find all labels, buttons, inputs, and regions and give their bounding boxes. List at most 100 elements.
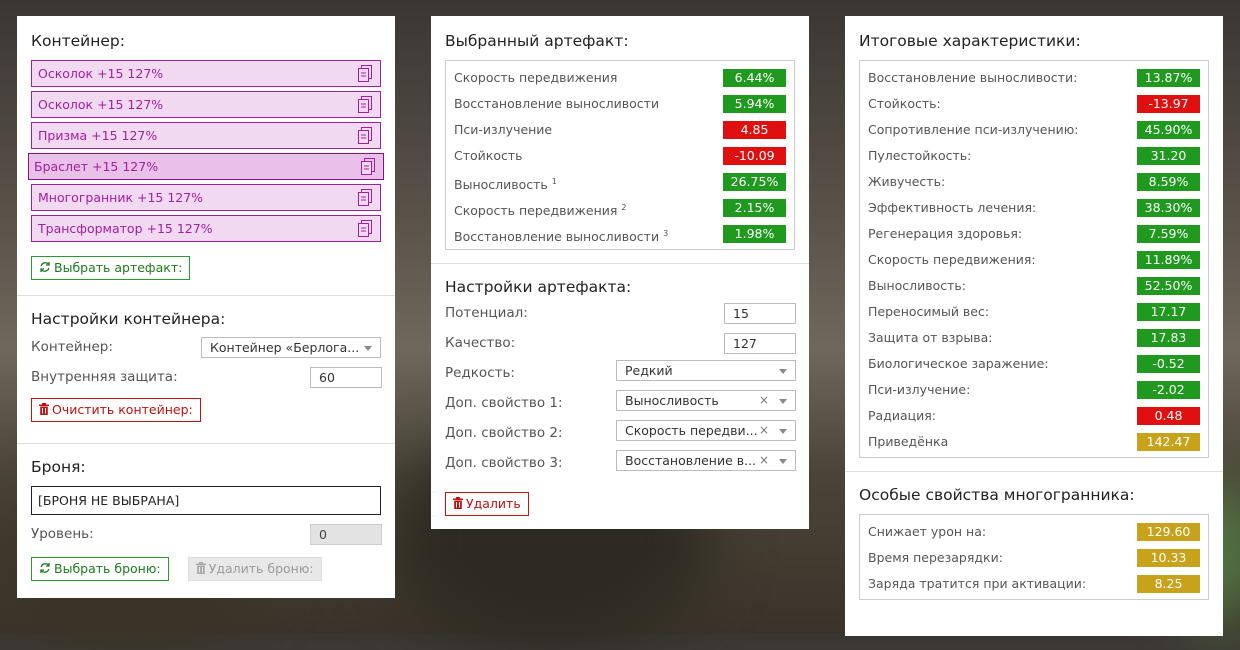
artifact-stat-row: Восстановление выносливости 3 1.98% xyxy=(454,221,786,247)
totals-section: Итоговые характеристики: Восстановление … xyxy=(845,16,1223,472)
armor-level-input: 0 xyxy=(310,524,382,545)
select-armor-label: Выбрать броню: xyxy=(54,561,161,576)
rarity-label: Редкость: xyxy=(445,365,515,381)
container-item-label: Браслет +15 127% xyxy=(34,159,159,174)
total-stat-row: Восстановление выносливости: 13.87% xyxy=(868,65,1200,91)
artifact-stat-value: 4.85 xyxy=(723,121,786,139)
total-stat-value: 38.30% xyxy=(1137,199,1200,217)
total-stat-label: Стойкость: xyxy=(868,96,941,111)
extra3-row: Доп. свойство 3: Восстановление в... × xyxy=(445,448,796,478)
copy-icon[interactable] xyxy=(358,220,372,237)
copy-icon[interactable] xyxy=(361,158,375,175)
clear-container-label: Очистить контейнер: xyxy=(52,402,193,417)
container-item[interactable]: Многогранник +15 127% xyxy=(31,184,381,211)
quality-input[interactable]: 127 xyxy=(724,333,796,354)
total-stat-label: Сопротивление пси-излучению: xyxy=(868,122,1079,137)
container-item-label: Трансформатор +15 127% xyxy=(38,221,213,236)
artifact-stats-box: Скорость передвижения 6.44% Восстановление… xyxy=(445,60,795,250)
rarity-select[interactable]: Редкий xyxy=(616,360,796,381)
total-stat-label: Биологическое заражение: xyxy=(868,356,1049,371)
container-item[interactable]: Трансформатор +15 127% xyxy=(31,215,381,242)
artifact-settings-title: Настройки артефакта: xyxy=(445,278,632,296)
clear-icon[interactable]: × xyxy=(759,451,769,470)
total-stat-value: 52.50% xyxy=(1137,277,1200,295)
special-stat-value: 8.25 xyxy=(1137,575,1200,593)
artifact-stat-value: 2.15% xyxy=(723,199,786,217)
total-stat-value: 7.59% xyxy=(1137,225,1200,243)
artifact-stat-row: Выносливость 1 26.75% xyxy=(454,169,786,195)
artifact-stat-row: Скорость передвижения 2 2.15% xyxy=(454,195,786,221)
select-armor-button[interactable]: Выбрать броню: xyxy=(31,557,169,581)
potential-input[interactable]: 15 xyxy=(724,303,796,324)
container-item[interactable]: Осколок +15 127% xyxy=(31,91,381,118)
total-stat-row: Защита от взрыва: 17.83 xyxy=(868,325,1200,351)
special-stat-row: Снижает урон на: 129.60 xyxy=(868,519,1200,545)
special-stats-box: Снижает урон на: 129.60 Время перезарядки:… xyxy=(859,514,1209,600)
artifact-stat-label: Стойкость xyxy=(454,148,523,163)
clear-icon[interactable]: × xyxy=(759,421,769,440)
total-stat-label: Выносливость: xyxy=(868,278,966,293)
total-stat-row: Выносливость: 52.50% xyxy=(868,273,1200,299)
extra2-label: Доп. свойство 2: xyxy=(445,425,563,441)
total-stat-label: Радиация: xyxy=(868,408,936,423)
totals-panel: Итоговые характеристики: Восстановление … xyxy=(845,16,1223,636)
total-stat-value: 11.89% xyxy=(1137,251,1200,269)
container-item[interactable]: Призма +15 127% xyxy=(31,122,381,149)
rarity-row: Редкость: Редкий xyxy=(445,358,796,388)
select-artifact-button[interactable]: Выбрать артефакт: xyxy=(31,256,191,280)
remove-armor-button[interactable]: Удалить броню: xyxy=(187,557,322,581)
container-item[interactable]: Браслет +15 127% xyxy=(28,153,384,180)
container-item-label: Осколок +15 127% xyxy=(38,97,164,112)
total-stat-value: -13.97 xyxy=(1137,95,1200,113)
total-stat-label: Скорость передвижения: xyxy=(868,252,1036,267)
artifact-panel: Выбранный артефакт: Скорость передвижени… xyxy=(431,16,809,529)
copy-icon[interactable] xyxy=(358,127,372,144)
quality-row: Качество: 127 xyxy=(445,328,796,358)
total-stat-label: Эффективность лечения: xyxy=(868,200,1037,215)
extra2-select[interactable]: Скорость передви... × xyxy=(616,420,796,441)
potential-label: Потенциал: xyxy=(445,305,528,321)
special-title: Особые свойства многогранника: xyxy=(859,486,1135,504)
total-stat-label: Приведёнка xyxy=(868,434,949,449)
select-artifact-label: Выбрать артефакт: xyxy=(54,260,183,275)
total-stat-value: 17.83 xyxy=(1137,329,1200,347)
chevron-down-icon xyxy=(779,459,787,464)
total-stat-row: Эффективность лечения: 38.30% xyxy=(868,195,1200,221)
extra3-label: Доп. свойство 3: xyxy=(445,455,563,471)
artifact-stat-value: 26.75% xyxy=(723,173,786,191)
extra1-select[interactable]: Выносливость × xyxy=(616,390,796,411)
special-stat-value: 129.60 xyxy=(1137,523,1200,541)
total-stat-value: 142.47 xyxy=(1137,433,1200,451)
container-select[interactable]: Контейнер «Берлога... xyxy=(201,337,381,358)
armor-selection-box[interactable]: [БРОНЯ НЕ ВЫБРАНА] xyxy=(31,486,381,515)
artifact-stat-label: Пси-излучение xyxy=(454,122,553,137)
total-stat-value: 45.90% xyxy=(1137,121,1200,139)
artifact-stat-row: Пси-излучение 4.85 xyxy=(454,117,786,143)
total-stat-label: Пси-излучение: xyxy=(868,382,971,397)
clear-container-button[interactable]: Очистить контейнер: xyxy=(31,398,201,422)
chevron-down-icon xyxy=(779,369,787,374)
artifact-stat-footnote: 1 xyxy=(551,177,557,186)
container-panel: Контейнер: Осколок +15 127% Осколок +15 1… xyxy=(17,16,395,598)
totals-stats-box: Восстановление выносливости: 13.87% Стойко… xyxy=(859,60,1209,458)
copy-icon[interactable] xyxy=(358,189,372,206)
clear-icon[interactable]: × xyxy=(759,391,769,410)
container-item-label: Призма +15 127% xyxy=(38,128,158,143)
extra1-row: Доп. свойство 1: Выносливость × xyxy=(445,388,796,418)
copy-icon[interactable] xyxy=(358,96,372,113)
container-items-list: Осколок +15 127% Осколок +15 127% Призма +… xyxy=(28,60,384,242)
totals-title: Итоговые характеристики: xyxy=(859,32,1081,50)
extra3-select[interactable]: Восстановление в... × xyxy=(616,450,796,471)
total-stat-row: Скорость передвижения: 11.89% xyxy=(868,247,1200,273)
protection-input[interactable]: 60 xyxy=(310,367,382,388)
container-item-label: Осколок +15 127% xyxy=(38,66,164,81)
delete-artifact-button[interactable]: Удалить xyxy=(445,492,529,516)
copy-icon[interactable] xyxy=(358,65,372,82)
container-label: Контейнер: xyxy=(31,339,113,355)
container-item[interactable]: Осколок +15 127% xyxy=(31,60,381,87)
total-stat-row: Стойкость: -13.97 xyxy=(868,91,1200,117)
delete-artifact-label: Удалить xyxy=(466,496,521,511)
container-settings-section: Настройки контейнера: Контейнер: Контейн… xyxy=(17,296,395,444)
total-stat-row: Приведёнка 142.47 xyxy=(868,429,1200,455)
artifact-stat-value: 1.98% xyxy=(723,225,786,243)
